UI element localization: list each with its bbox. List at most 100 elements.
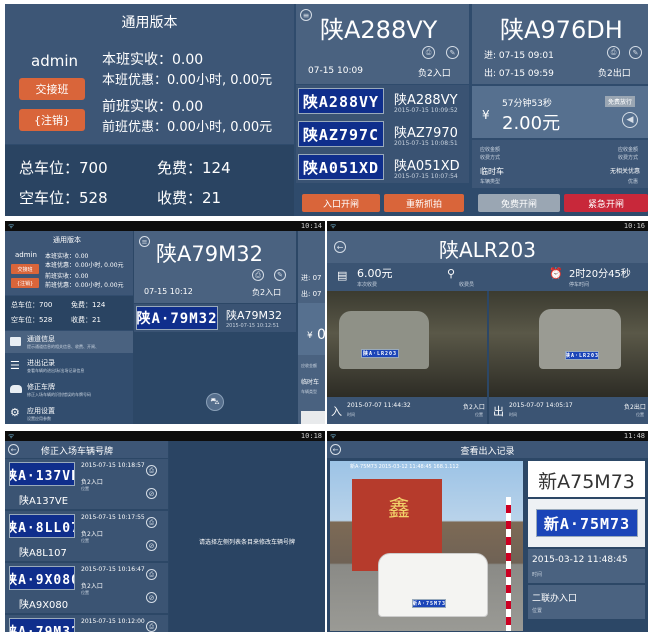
menu-icon[interactable]: ≡ [139,236,150,247]
cancel-icon[interactable]: ⊘ [146,488,157,499]
empty-spaces: 空车位：528 [19,189,108,207]
current-shift-discount: 本班优惠：0.00小时, 0.00元 [102,73,273,88]
speaker-icon[interactable]: ◀ [622,112,638,128]
car-fab-icon[interactable]: ⛍ [206,393,224,411]
list-item-time: 2015-07-15 10:12:00 [81,618,145,625]
open-entry-gate-button[interactable]: 入口开闸 [302,194,380,212]
cancel-icon[interactable]: ⊘ [146,592,157,603]
parking-stats: 总车位：700 免费：124 空车位：528 收费：21 [5,296,133,330]
car-icon [10,385,22,393]
list-item-name: 陕AZ7970 [394,126,458,141]
edit-icon[interactable]: ✎ [446,46,459,59]
peek-car-type: 临时车 [301,379,320,386]
list-item-gate-label: 位置 [81,486,89,491]
status-time: 11:48 [623,432,645,440]
menu-item-title: 修正车牌 [27,383,55,391]
list-item[interactable]: 陕A288VY 陕A288VY 2015-07-15 10:09:52 [296,85,469,117]
print-icon[interactable]: ⎙ [146,517,157,528]
print-icon[interactable]: ⎙ [146,569,157,580]
notification-icon: ᯤ [330,432,337,440]
menu-item-fix-plate[interactable]: 修正车牌 修正入场车辆的识别错误的车牌号码 [5,379,133,401]
exit-gate: 负2出口 [598,69,631,79]
plate-image-box: 新A·75M73 [528,499,645,547]
list-item-name: 陕A288VY [394,93,458,108]
list-item-gate-label: 位置 [81,538,89,543]
fee-value: 应收金额 [618,147,639,153]
menu-item-channel-info[interactable]: 通道信息 提示通道信息的相关信息、收费、开闸、 [5,331,133,353]
page-title: 修正入场车辆号牌 [41,447,114,457]
handover-button[interactable]: 交接班 [19,78,85,100]
operator-label: 收费员 [459,282,475,288]
time-box: 2015-03-12 11:48:45 时间 [528,549,645,583]
out-gate-label: 位置 [636,412,644,417]
list-item-time: 2015-07-15 10:16:47 [81,566,145,573]
menu-item-subtitle: 提示通道信息的相关信息、收费、开闸、 [27,344,99,349]
recent-entry-list: 陕A288VY 陕A288VY 2015-07-15 10:09:52 陕AZ7… [296,85,469,183]
empty-spaces: 空车位：528 [11,316,53,324]
menu-item-records[interactable]: ☰ 进出记录 查看车辆的进出场/出场记录信息 [5,355,133,377]
peek-currency: ¥ [307,331,313,341]
plate-list: 陕A·137VE 陕A137VE 2015-07-15 10:18:57 负2入… [5,459,168,632]
plate-thumb: 陕A288VY [298,88,384,114]
print-icon[interactable]: ⎙ [252,269,264,281]
logout-button[interactable]: {注销} [19,109,85,131]
menu-item-settings[interactable]: ⚙ 应用设置 设置应用参数 [5,403,133,424]
list-item[interactable]: 陕A·79M32 2015-07-15 10:12:00 ⎙ [5,615,168,632]
list-item-name: 陕A137VE [19,496,69,507]
list-item-time: 2015-07-15 10:18:57 [81,462,145,469]
photo-plate: 陕A·LR203 [565,351,599,360]
peek-button[interactable] [301,411,325,424]
cancel-icon[interactable]: ⊘ [146,540,157,551]
out-time-label: 时间 [509,412,517,417]
print-icon[interactable]: ⎙ [146,465,157,476]
entry-gate: 负2入口 [252,288,282,297]
car-type: 临时车 [480,167,504,176]
plate-thumb: 陕AZ797C [298,121,384,147]
exit-card-peek: 进: 07 出: 07 ¥ 0 应收金额 临时车 车辆类型 [298,231,325,424]
list-item[interactable]: 陕A·9X080 陕A9X080 2015-07-15 10:16:47 负2入… [5,563,168,613]
list-item-time: 2015-07-15 10:07:54 [394,173,458,180]
username: admin [15,251,37,259]
logout-button[interactable]: {注销} [11,278,39,288]
car-type-label: 车辆类型 [480,179,501,185]
plate-thumb: 陕A·9X080 [9,566,75,590]
list-item[interactable]: 陕A051XD 陕A051XD 2015-07-15 10:07:54 [296,151,469,183]
handover-button[interactable]: 交接班 [11,264,39,274]
edit-icon[interactable]: ✎ [629,46,642,59]
list-item[interactable]: 陕A·8LL07 陕A8L107 2015-07-15 10:17:55 负2入… [5,511,168,561]
photo-plate: 新A·75M73 [412,599,446,608]
current-shift-received: 本班实收：0.00 [102,52,204,68]
record-gate-label: 位置 [532,608,543,614]
list-item-name: 陕A9X080 [19,600,69,611]
menu-icon[interactable]: ≡ [300,9,312,21]
list-item-time: 2015-07-15 10:17:55 [81,514,145,521]
print-icon[interactable]: ⎙ [422,46,435,59]
gate-box: 二联办入口 位置 [528,585,645,619]
list-item-gate: 负2入口 [81,479,103,486]
out-time: 2015-07-07 14:05:17 [509,402,573,409]
notification-icon: ᯤ [8,222,15,230]
list-item[interactable]: 陕AZ797C 陕AZ7970 2015-07-15 10:08:51 [296,118,469,150]
exit-plate: 陕A976DH [500,16,623,44]
print-icon[interactable]: ⎙ [146,621,157,632]
back-icon[interactable]: ← [8,444,19,455]
username: admin [31,52,78,70]
list-item[interactable]: 陕A·137VE 陕A137VE 2015-07-15 10:18:57 负2入… [5,459,168,509]
plate-image: 新A·75M73 [536,509,638,537]
recapture-button[interactable]: 重新抓拍 [384,194,464,212]
edit-icon[interactable]: ✎ [274,269,286,281]
emergency-open-button[interactable]: 紧急开闸 [564,194,648,212]
version-label: 通用版本 [121,15,178,31]
in-label: 入 [331,405,342,418]
menu-item-subtitle: 查看车辆的进出场/出场记录信息 [27,368,85,373]
panel-menu-view: ᯤ 10:14 通用版本 admin 交接班 {注销} 本班实收：0.00 本班优… [5,221,325,424]
print-icon[interactable]: ⎙ [607,46,620,59]
plate-title: 陕ALR203 [439,238,536,262]
free-open-button[interactable]: 免费开闸 [478,194,560,212]
entry-plate: 陕A79M32 [156,242,263,266]
list-item[interactable]: 陕A·79M32 陕A79M32 2015-07-15 10:12:51 [134,304,296,332]
fee-method-label: 收费方式 [480,155,501,161]
plate-title: 新A75M73 [538,471,635,493]
entry-time: 07-15 10:12 [144,287,193,296]
in-gate: 负2入口 [463,404,485,411]
